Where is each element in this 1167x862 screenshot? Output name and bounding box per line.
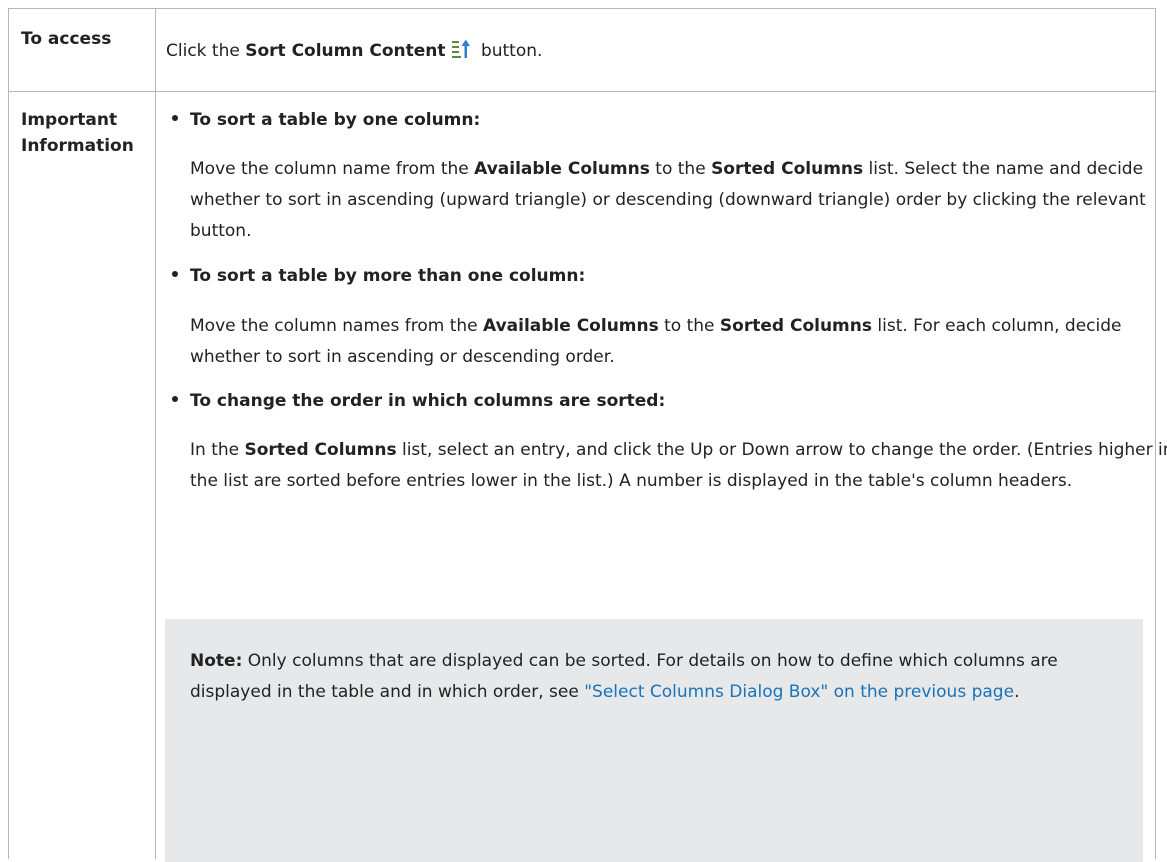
available-columns-term: Available Columns [483,316,659,336]
sorted-columns-term: Sorted Columns [244,440,397,460]
sorted-columns-term: Sorted Columns [719,316,872,336]
text-run: to the [649,159,712,179]
text-run: In the [190,440,245,460]
text-run: to the [658,316,720,336]
label-line-1: Important [21,110,118,130]
bullet-sort-one-column: To sort a table by one column: [172,107,480,133]
bullet-change-sort-order: To change the order in which columns are… [172,388,665,414]
access-row: To access Click the Sort Column Content … [9,9,1155,92]
important-information-label: Important Information [9,91,156,859]
access-instruction: Click the Sort Column Content button. [166,38,542,64]
paragraph-sort-one-column: Move the column name from the Available … [190,154,1167,247]
bullet-sort-multiple-columns: To sort a table by more than one column: [172,263,585,289]
bullet-dot [172,115,178,121]
paragraph-change-sort-order: In the Sorted Columns list, select an en… [190,435,1167,497]
reference-table: To access Click the Sort Column Content … [8,8,1167,862]
note-box: Note: Only columns that are displayed ca… [165,619,1143,862]
bullet-dot [172,396,178,402]
label-line-2: Information [21,136,134,156]
important-information-content: To sort a table by one column: Move the … [156,91,1167,862]
text-run: Move the column name from the [190,159,475,179]
bullet-heading-text: To sort a table by one column: [190,110,481,130]
bullet-dot [172,271,178,277]
access-text-after: button. [475,41,543,61]
access-content: Click the Sort Column Content button. [156,9,1155,91]
bullet-heading-text: To change the order in which columns are… [190,391,666,411]
text-run: Move the column names from the [190,316,484,336]
note-end: . [1014,682,1020,702]
access-text-before: Click the [166,41,246,61]
sort-ascending-icon [450,38,472,60]
access-label: To access [9,9,156,91]
select-columns-dialog-link[interactable]: "Select Columns Dialog Box" on the previ… [584,682,1014,702]
note-label: Note: [190,651,243,671]
available-columns-term: Available Columns [474,159,650,179]
bullet-heading-text: To sort a table by more than one column: [190,266,586,286]
paragraph-sort-multiple-columns: Move the column names from the Available… [190,311,1167,373]
sort-column-content-label: Sort Column Content [245,41,446,61]
important-information-row: Important Information To sort a table by… [9,91,1167,862]
sorted-columns-term: Sorted Columns [711,159,864,179]
